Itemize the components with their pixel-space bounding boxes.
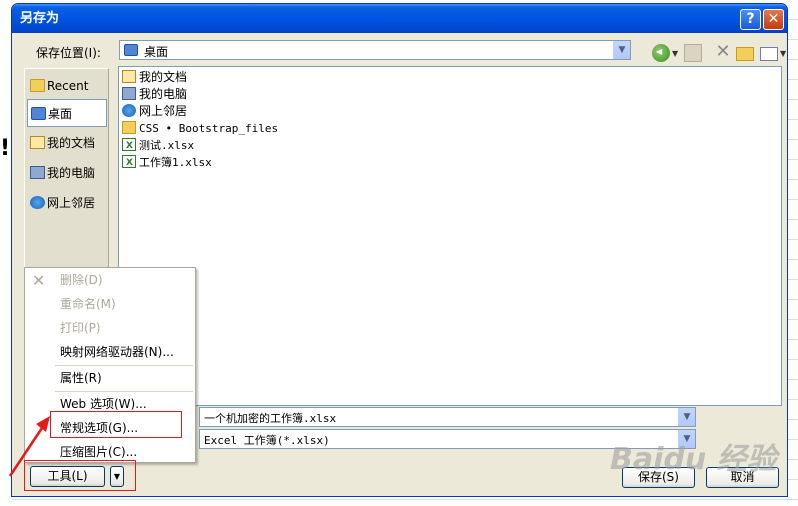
list-item[interactable]: 我的电脑 (121, 86, 187, 102)
filename-field[interactable]: 一个机加密的工作簿.xlsx ▼ (199, 407, 696, 427)
my-documents-icon (30, 136, 45, 149)
list-item[interactable]: 我的文档 (121, 69, 187, 85)
highlight-general-options (50, 411, 182, 438)
place-label: 我的电脑 (47, 166, 96, 180)
file-name: 网上邻居 (139, 104, 188, 118)
close-button[interactable]: ✕ (763, 9, 784, 30)
desktop-icon (124, 44, 138, 56)
menu-item-label: 删除(D) (60, 273, 103, 287)
save-button[interactable]: 保存(S) (622, 467, 695, 488)
annotation-arrow-icon (8, 416, 50, 477)
menu-item-map-network-drive[interactable]: 映射网络驱动器(N)... (25, 341, 195, 363)
place-label: Recent (47, 79, 89, 93)
place-my-computer[interactable]: 我的电脑 (27, 159, 107, 187)
save-in-value: 桌面 (144, 45, 169, 59)
menu-separator (55, 365, 193, 366)
recent-folder-icon (30, 79, 45, 92)
place-recent[interactable]: Recent (27, 72, 107, 100)
filetype-value: Excel 工作簿(*.xlsx) (204, 434, 330, 447)
menu-item-print[interactable]: 打印(P) (25, 317, 195, 339)
excel-file-icon (122, 155, 136, 171)
place-my-documents[interactable]: 我的文档 (27, 129, 107, 157)
network-places-icon (30, 196, 45, 209)
place-label: 我的文档 (47, 136, 96, 150)
folder-icon (122, 121, 136, 134)
list-item[interactable]: 测试.xlsx (121, 137, 195, 154)
file-name: 我的文档 (139, 70, 188, 84)
place-label: 网上邻居 (47, 196, 96, 210)
desktop-icon (31, 107, 46, 120)
back-icon[interactable] (652, 44, 670, 62)
file-name: CSS • Bootstrap_files (139, 122, 279, 135)
up-folder-icon[interactable] (684, 44, 702, 62)
dialog-title: 另存为 (20, 11, 60, 26)
file-list[interactable]: 我的文档 我的电脑 网上邻居 CSS • Bootstrap_files 测试.… (118, 66, 782, 406)
list-item[interactable]: 网上邻居 (121, 103, 187, 119)
chevron-down-icon[interactable]: ▼ (678, 430, 695, 448)
my-computer-icon (122, 87, 136, 100)
network-places-icon (122, 104, 136, 117)
excel-file-icon (122, 138, 136, 154)
filetype-select[interactable]: Excel 工作簿(*.xlsx) ▼ (199, 429, 696, 449)
new-folder-icon[interactable] (736, 47, 754, 61)
delete-icon: ✕ (32, 271, 46, 290)
chevron-down-icon[interactable]: ▼ (678, 408, 695, 426)
dialog-titlebar[interactable]: 另存为 ? ✕ (12, 4, 787, 33)
save-in-label: 保存位置(I): (36, 46, 101, 60)
place-network[interactable]: 网上邻居 (27, 189, 107, 217)
my-documents-icon (122, 70, 136, 83)
delete-icon[interactable]: ✕ (714, 43, 732, 62)
file-name: 工作簿1.xlsx (139, 156, 212, 169)
views-dropdown-icon[interactable]: ▼ (780, 49, 787, 67)
background-glyph: ! (0, 136, 11, 161)
help-button[interactable]: ? (740, 9, 761, 30)
file-name: 我的电脑 (139, 87, 188, 101)
place-label: 桌面 (48, 107, 73, 121)
cancel-button[interactable]: 取消 (706, 467, 779, 488)
save-in-dropdown[interactable]: 桌面 ▼ (119, 40, 631, 60)
place-desktop[interactable]: 桌面 (27, 99, 107, 127)
menu-item-delete[interactable]: ✕ 删除(D) (25, 269, 195, 291)
filename-value: 一个机加密的工作簿.xlsx (204, 412, 337, 425)
list-item[interactable]: 工作簿1.xlsx (121, 154, 212, 171)
menu-item-rename[interactable]: 重命名(M) (25, 293, 195, 315)
menu-separator (55, 391, 193, 392)
my-computer-icon (30, 166, 45, 179)
menu-item-properties[interactable]: 属性(R) (25, 367, 195, 389)
list-item[interactable]: CSS • Bootstrap_files (121, 120, 278, 136)
views-icon[interactable] (760, 47, 778, 61)
file-name: 测试.xlsx (139, 139, 195, 152)
chevron-down-icon[interactable]: ▼ (613, 41, 630, 59)
